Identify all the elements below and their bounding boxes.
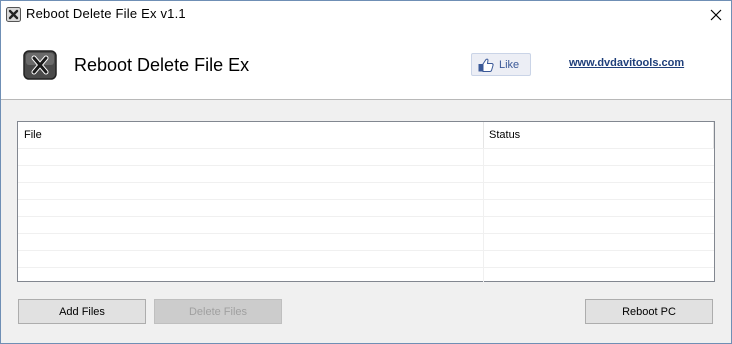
delete-app-icon: [6, 7, 21, 22]
reboot-pc-button[interactable]: Reboot PC: [585, 299, 713, 324]
list-row-empty: [18, 182, 714, 200]
list-row-empty: [18, 165, 714, 183]
close-button[interactable]: [701, 1, 731, 28]
header-banner: Reboot Delete File Ex Like www.dvdavitoo…: [1, 28, 731, 100]
add-files-button[interactable]: Add Files: [18, 299, 146, 324]
delete-app-icon: [23, 50, 57, 80]
title-bar: Reboot Delete File Ex v1.1: [1, 1, 731, 28]
list-row-empty: [18, 216, 714, 234]
app-title: Reboot Delete File Ex: [74, 55, 250, 75]
window-title: Reboot Delete File Ex v1.1: [26, 6, 186, 21]
list-row-empty: [18, 267, 714, 285]
app-window: Reboot Delete File Ex v1.1 Reboot Delete…: [0, 0, 732, 344]
website-link[interactable]: www.dvdavitools.com: [569, 57, 684, 69]
column-header-file[interactable]: File: [18, 122, 484, 148]
list-row-empty: [18, 233, 714, 251]
close-icon: [710, 9, 722, 20]
list-row-empty: [18, 199, 714, 217]
like-label: Like: [499, 58, 520, 71]
file-list[interactable]: File Status: [17, 121, 715, 285]
delete-files-button[interactable]: Delete Files: [154, 299, 282, 324]
list-row-empty: [18, 250, 714, 268]
thumbs-up-icon: [478, 58, 494, 72]
list-rows: [18, 148, 714, 285]
list-row-empty: [18, 148, 714, 166]
column-header-status[interactable]: Status: [484, 122, 714, 148]
like-button[interactable]: Like: [471, 53, 531, 76]
